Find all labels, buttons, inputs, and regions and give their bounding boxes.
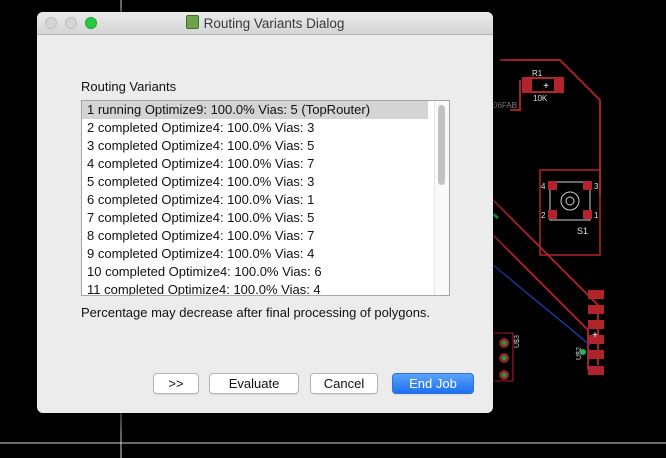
trace-outline: [500, 59, 601, 195]
eagle-app-icon: [185, 15, 199, 29]
variant-row[interactable]: 6 completed Optimize4: 100.0% Vias: 1: [82, 191, 428, 209]
s1-pin-label: 1: [594, 211, 599, 220]
variant-row[interactable]: 8 completed Optimize4: 100.0% Vias: 7: [82, 227, 428, 245]
next-button[interactable]: >>: [153, 373, 199, 394]
variant-row[interactable]: 3 completed Optimize4: 100.0% Vias: 5: [82, 137, 428, 155]
routing-variants-dialog: Routing Variants Dialog Routing Variants…: [37, 12, 493, 413]
u3-drill: [501, 355, 507, 361]
s1-pad: [548, 181, 557, 190]
u3-drill: [501, 340, 507, 346]
r1-pad: [554, 79, 562, 91]
trace-green: [492, 212, 499, 220]
window-title: Routing Variants Dialog: [203, 16, 345, 31]
r1-pad: [524, 79, 532, 91]
s1-pad: [583, 210, 592, 219]
window-title-container: Routing Variants Dialog: [37, 15, 493, 31]
variant-row[interactable]: 2 completed Optimize4: 100.0% Vias: 3: [82, 119, 428, 137]
r1-value: 10K: [533, 94, 548, 103]
s1-pin-label: 3: [594, 182, 599, 191]
header-pad: [588, 290, 604, 299]
via: [580, 349, 586, 355]
r1-label: R1: [532, 69, 543, 78]
variant-row[interactable]: 10 completed Optimize4: 100.0% Vias: 6: [82, 263, 428, 281]
u3-drill: [501, 372, 507, 378]
s1-knob-inner: [565, 196, 575, 206]
cancel-button[interactable]: Cancel: [310, 373, 378, 394]
s1-pin-label: 2: [541, 211, 546, 220]
routing-variants-list[interactable]: 1 running Optimize9: 100.0% Vias: 5 (Top…: [81, 100, 450, 296]
title-bar[interactable]: Routing Variants Dialog: [37, 12, 493, 35]
s1-pad: [583, 181, 592, 190]
variant-row[interactable]: 9 completed Optimize4: 100.0% Vias: 4: [82, 245, 428, 263]
fab-label: 06FAB: [493, 101, 517, 110]
variant-row[interactable]: 5 completed Optimize4: 100.0% Vias: 3: [82, 173, 428, 191]
variant-row[interactable]: 1 running Optimize9: 100.0% Vias: 5 (Top…: [82, 101, 428, 119]
trace-outline: [492, 199, 599, 365]
percentage-note: Percentage may decrease after final proc…: [81, 305, 431, 320]
header-origin: +: [592, 330, 598, 341]
s1-knob: [560, 191, 580, 211]
header-pad: [588, 320, 604, 329]
routing-variants-label: Routing Variants: [81, 79, 177, 94]
s1-pad: [548, 210, 557, 219]
s1-label: S1: [577, 226, 588, 236]
variant-row[interactable]: 11 completed Optimize4: 100.0% Vias: 4: [82, 281, 428, 295]
list-scrollbar[interactable]: [434, 101, 449, 295]
header-pad: [588, 350, 604, 359]
variant-row[interactable]: 4 completed Optimize4: 100.0% Vias: 7: [82, 155, 428, 173]
u3-label: U$3: [514, 335, 521, 348]
header-pad: [588, 305, 604, 314]
r1-origin: +: [543, 81, 549, 92]
end-job-button[interactable]: End Job: [392, 373, 474, 394]
scrollbar-thumb[interactable]: [438, 105, 445, 185]
s1-pin-label: 4: [541, 182, 546, 191]
variant-row[interactable]: 7 completed Optimize4: 100.0% Vias: 5: [82, 209, 428, 227]
evaluate-button[interactable]: Evaluate: [209, 373, 299, 394]
header-pad: [588, 366, 604, 375]
